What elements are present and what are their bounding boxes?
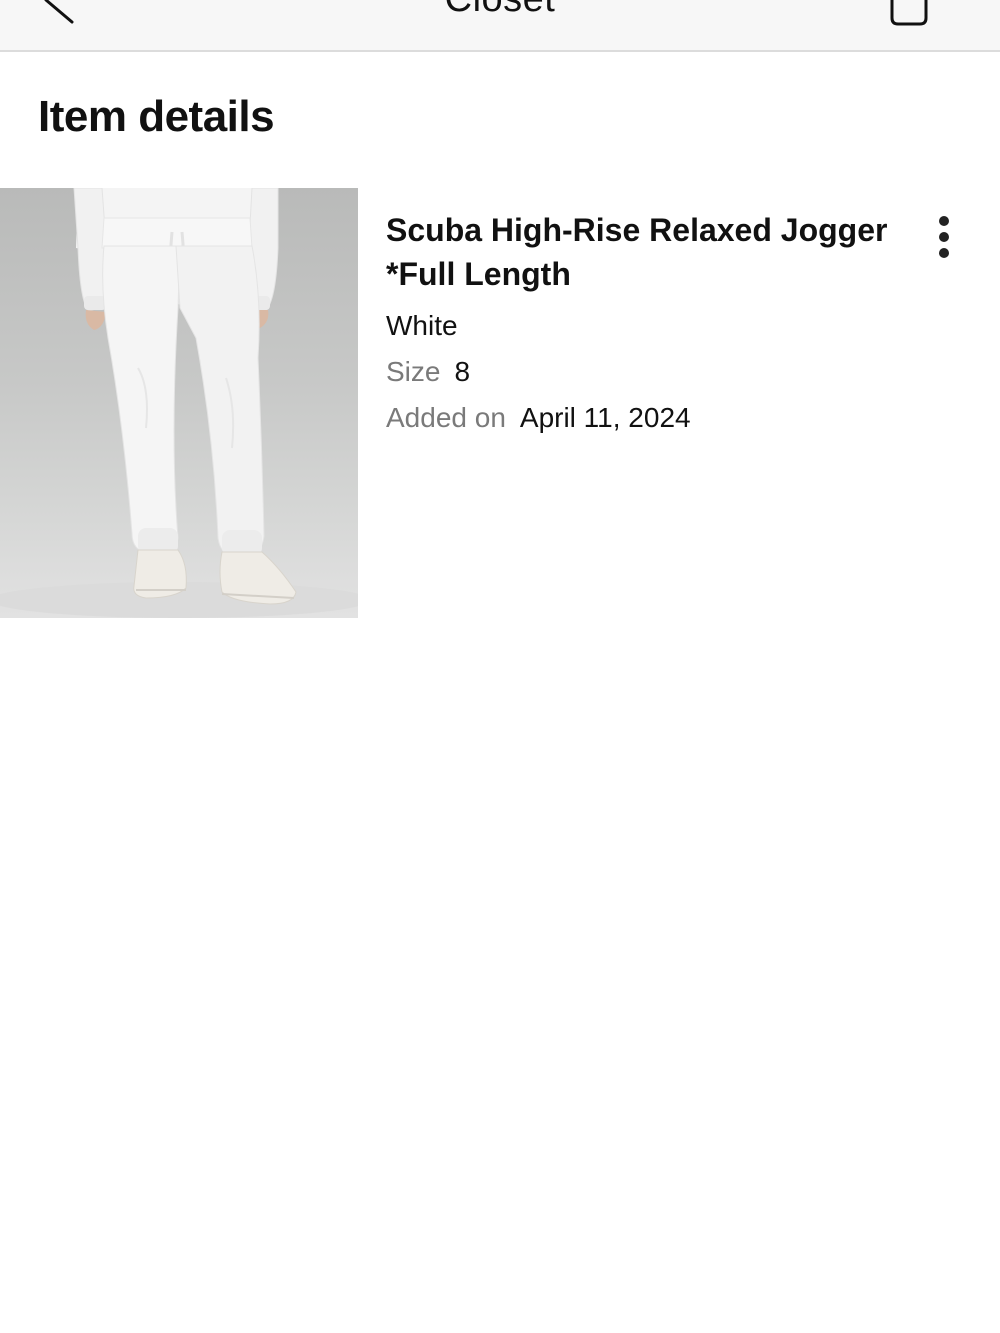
more-vertical-icon-dot (939, 232, 949, 242)
shopping-bag-icon (890, 0, 928, 26)
top-navigation-bar: Closet (0, 0, 1000, 52)
jogger-photo (0, 188, 358, 618)
item-details-panel: Scuba High-Rise Relaxed Jogger *Full Len… (386, 208, 896, 438)
more-vertical-icon (939, 216, 949, 226)
added-on-label: Added on (386, 402, 506, 433)
product-color: White (386, 310, 458, 341)
size-row: Size 8 (386, 352, 896, 392)
more-vertical-icon-dot (939, 248, 949, 258)
page-title: Item details (38, 92, 275, 141)
added-on-row: Added on April 11, 2024 (386, 398, 896, 438)
size-value: 8 (454, 356, 471, 387)
added-on-value: April 11, 2024 (519, 402, 691, 433)
shopping-bag-button[interactable] (884, 0, 934, 28)
product-image[interactable] (0, 188, 358, 618)
nav-title: Closet (0, 0, 1000, 21)
item-details-screen: Closet Item details (0, 0, 1000, 1333)
size-label: Size (386, 356, 441, 387)
product-name[interactable]: Scuba High-Rise Relaxed Jogger *Full Len… (386, 208, 896, 296)
more-options-button[interactable] (922, 212, 966, 262)
